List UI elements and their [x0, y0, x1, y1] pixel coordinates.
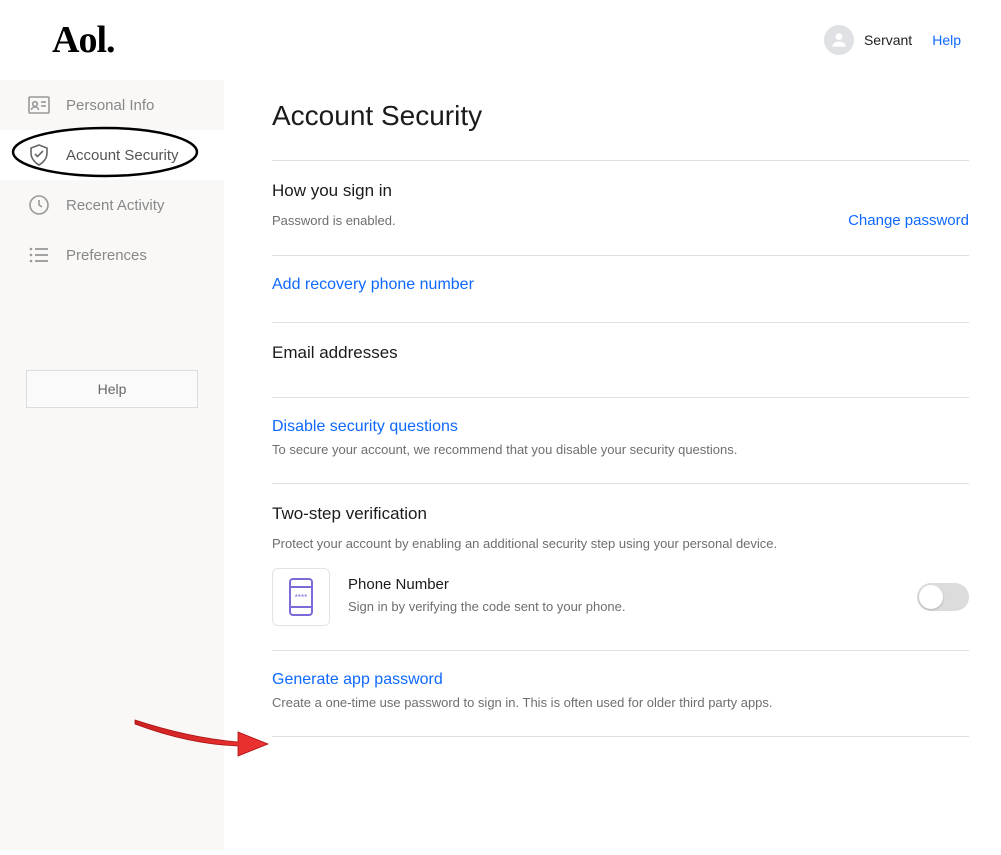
id-card-icon: [28, 94, 50, 116]
disable-security-questions-link[interactable]: Disable security questions: [272, 418, 969, 436]
sidebar-item-account-security[interactable]: Account Security: [0, 130, 224, 180]
sidebar-item-label: Preferences: [66, 247, 147, 264]
security-questions-desc: To secure your account, we recommend tha…: [272, 440, 969, 460]
sidebar-item-label: Account Security: [66, 147, 179, 164]
phone-number-desc: Sign in by verifying the code sent to yo…: [348, 597, 626, 617]
main-content: Account Security How you sign in Passwor…: [224, 80, 1001, 850]
section-two-step: Two-step verification Protect your accou…: [272, 483, 969, 650]
sidebar: Personal Info Account Security Recent Ac…: [0, 80, 224, 850]
clock-icon: [28, 194, 50, 216]
toggle-knob: [919, 585, 943, 609]
add-recovery-phone-link[interactable]: Add recovery phone number: [272, 276, 969, 294]
aol-logo[interactable]: Aol.: [52, 18, 115, 62]
sidebar-item-personal-info[interactable]: Personal Info: [0, 80, 224, 130]
section-email-addresses: Email addresses: [272, 322, 969, 397]
phone-number-label: Phone Number: [348, 576, 626, 593]
sidebar-item-label: Personal Info: [66, 97, 154, 114]
sidebar-help-button[interactable]: Help: [26, 370, 198, 408]
change-password-link[interactable]: Change password: [848, 212, 969, 229]
help-link[interactable]: Help: [932, 32, 961, 48]
two-step-desc: Protect your account by enabling an addi…: [272, 534, 969, 554]
section-app-password: Generate app password Create a one-time …: [272, 650, 969, 737]
phone-device-icon: ****: [272, 568, 330, 626]
list-icon: [28, 244, 50, 266]
sign-in-heading: How you sign in: [272, 181, 969, 201]
email-addresses-heading: Email addresses: [272, 343, 969, 363]
page-title: Account Security: [272, 100, 969, 132]
sidebar-item-recent-activity[interactable]: Recent Activity: [0, 180, 224, 230]
section-sign-in: How you sign in Password is enabled. Cha…: [272, 160, 969, 255]
svg-text:****: ****: [295, 593, 307, 602]
generate-app-password-link[interactable]: Generate app password: [272, 671, 969, 689]
avatar-icon: [824, 25, 854, 55]
two-step-heading: Two-step verification: [272, 504, 969, 524]
sidebar-item-label: Recent Activity: [66, 197, 164, 214]
page-header: Aol. Servant Help: [0, 0, 1001, 80]
shield-icon: [28, 144, 50, 166]
user-menu[interactable]: Servant: [824, 25, 912, 55]
app-password-desc: Create a one-time use password to sign i…: [272, 693, 969, 713]
two-step-toggle[interactable]: [917, 583, 969, 611]
section-security-questions: Disable security questions To secure you…: [272, 397, 969, 484]
password-status: Password is enabled.: [272, 211, 848, 231]
sidebar-item-preferences[interactable]: Preferences: [0, 230, 224, 280]
section-recovery: Add recovery phone number: [272, 255, 969, 322]
username-label: Servant: [864, 32, 912, 48]
